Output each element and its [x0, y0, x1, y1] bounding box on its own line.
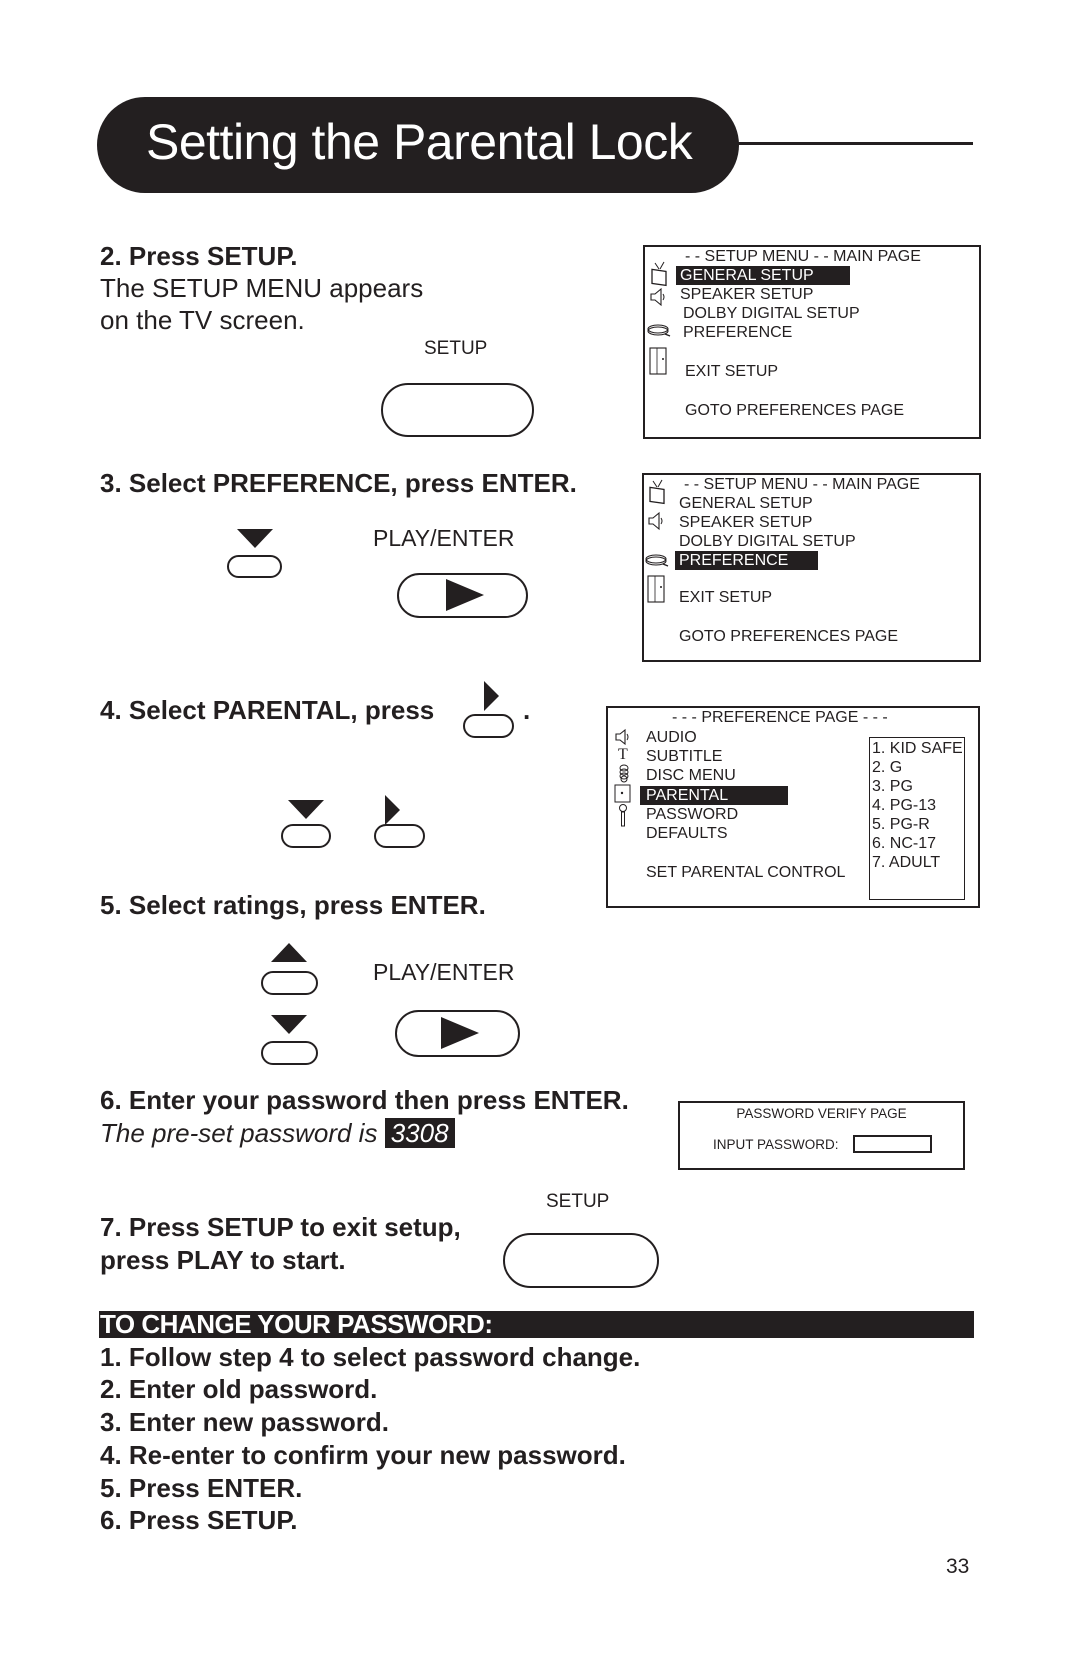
pref-item-subtitle[interactable]: SUBTITLE [646, 747, 722, 766]
right-arrow-icon [484, 681, 499, 711]
down-button[interactable] [227, 555, 282, 578]
menu-item-general-setup[interactable]: GENERAL SETUP [679, 494, 813, 513]
pref-item-audio[interactable]: AUDIO [646, 728, 697, 747]
change-password-step: 5. Press ENTER. [100, 1473, 303, 1503]
pref-item-defaults[interactable]: DEFAULTS [646, 824, 728, 843]
change-password-step: 6. Press SETUP. [100, 1505, 298, 1535]
speaker-icon [648, 511, 663, 531]
step3-heading: 3. Select PREFERENCE, press ENTER. [100, 468, 577, 498]
preset-password-text: The pre-set password is [100, 1118, 378, 1148]
step7-line1: 7. Press SETUP to exit setup, [100, 1212, 461, 1242]
step5-heading: 5. Select ratings, press ENTER. [100, 890, 486, 920]
input-password-label: INPUT PASSWORD: [713, 1137, 839, 1152]
setup-button[interactable] [503, 1233, 659, 1288]
step4-heading: 4. Select PARENTAL, press [100, 695, 435, 725]
step2-line2: on the TV screen. [100, 305, 305, 335]
tv-icon [649, 479, 665, 505]
preference-page-header: - - - PREFERENCE PAGE - - - [672, 709, 888, 726]
password-verify-title: PASSWORD VERIFY PAGE [736, 1106, 907, 1121]
preference-icon [645, 554, 669, 567]
safe-icon [614, 784, 631, 803]
speaker-icon [650, 287, 665, 307]
password-verify-screen: PASSWORD VERIFY PAGE INPUT PASSWORD: [678, 1101, 965, 1170]
menu-item-preference[interactable]: PREFERENCE [675, 551, 818, 570]
setup-menu-header: - - SETUP MENU - - MAIN PAGE [685, 248, 921, 265]
preset-password-note: The pre-set password is 3308 [100, 1117, 455, 1149]
step2-line1: The SETUP MENU appears [100, 273, 424, 303]
rating-option[interactable]: 6. NC-17 [872, 834, 936, 853]
setup-menu-screen-1: - - SETUP MENU - - MAIN PAGE GENERAL SET… [643, 245, 981, 439]
play-icon [446, 579, 484, 611]
rating-option[interactable]: 7. ADULT [872, 853, 940, 872]
down-button[interactable] [261, 1041, 318, 1065]
preference-page-screen: - - - PREFERENCE PAGE - - - AUDIO SUBTIT… [606, 706, 980, 908]
rating-option[interactable]: 5. PG-R [872, 815, 930, 834]
title-rule [735, 142, 973, 145]
ratings-list: 1. KID SAFE 2. G 3. PG 4. PG-13 5. PG-R … [869, 737, 965, 900]
pref-item-password[interactable]: PASSWORD [646, 805, 738, 824]
set-parental-control-label: SET PARENTAL CONTROL [646, 864, 846, 881]
disc-icon [619, 764, 629, 783]
step4-period: . [523, 695, 531, 725]
menu-item-general-setup[interactable]: GENERAL SETUP [676, 266, 850, 285]
menu-item-goto-preferences[interactable]: GOTO PREFERENCES PAGE [685, 401, 904, 420]
step7-line2: press PLAY to start. [100, 1245, 346, 1275]
play-enter-label: PLAY/ENTER [373, 959, 515, 985]
down-arrow-icon [288, 800, 324, 819]
setup-button-label: SETUP [424, 338, 488, 359]
step6-heading: 6. Enter your password then press ENTER. [100, 1085, 629, 1115]
menu-item-preference[interactable]: PREFERENCE [683, 323, 792, 342]
menu-item-dolby-digital-setup[interactable]: DOLBY DIGITAL SETUP [679, 532, 856, 551]
text-icon: T [618, 746, 628, 763]
up-button[interactable] [261, 971, 318, 995]
play-icon [441, 1017, 479, 1049]
preset-password-value: 3308 [384, 1118, 455, 1148]
right-button[interactable] [374, 824, 425, 848]
setup-menu-screen-2: - - SETUP MENU - - MAIN PAGE GENERAL SET… [642, 473, 981, 662]
tv-icon [651, 261, 667, 287]
rating-option[interactable]: 4. PG-13 [872, 796, 936, 815]
down-arrow-icon [237, 529, 273, 548]
speaker-icon [615, 728, 629, 746]
menu-item-dolby-digital-setup[interactable]: DOLBY DIGITAL SETUP [683, 304, 860, 323]
menu-item-speaker-setup[interactable]: SPEAKER SETUP [680, 285, 813, 304]
preference-icon [647, 324, 671, 337]
key-icon [619, 804, 627, 827]
door-icon [647, 575, 665, 603]
down-button[interactable] [281, 824, 331, 848]
setup-button-label: SETUP [546, 1191, 610, 1212]
pref-item-parental[interactable]: PARENTAL [640, 786, 788, 805]
rating-option[interactable]: 1. KID SAFE [872, 739, 963, 758]
rating-option[interactable]: 3. PG [872, 777, 913, 796]
password-input[interactable] [853, 1135, 932, 1153]
setup-menu-header: - - SETUP MENU - - MAIN PAGE [684, 476, 920, 493]
right-arrow-icon [385, 795, 400, 825]
change-password-step: 1. Follow step 4 to select password chan… [100, 1342, 641, 1372]
change-password-step: 2. Enter old password. [100, 1374, 378, 1404]
play-enter-button[interactable] [397, 573, 528, 618]
menu-item-exit-setup[interactable]: EXIT SETUP [685, 362, 778, 381]
step2-heading: 2. Press SETUP. [100, 241, 298, 271]
page-number: 33 [946, 1555, 970, 1578]
rating-option[interactable]: 2. G [872, 758, 902, 777]
down-arrow-icon [271, 1015, 307, 1034]
change-password-step: 3. Enter new password. [100, 1407, 389, 1437]
setup-button[interactable] [381, 383, 534, 437]
door-icon [649, 347, 667, 375]
page-title: Setting the Parental Lock [146, 114, 693, 170]
up-arrow-icon [271, 943, 307, 962]
change-password-heading: TO CHANGE YOUR PASSWORD: [100, 1309, 493, 1339]
menu-item-speaker-setup[interactable]: SPEAKER SETUP [679, 513, 812, 532]
menu-item-goto-preferences[interactable]: GOTO PREFERENCES PAGE [679, 627, 898, 646]
menu-item-exit-setup[interactable]: EXIT SETUP [679, 588, 772, 607]
play-enter-button[interactable] [395, 1010, 520, 1057]
pref-item-disc-menu[interactable]: DISC MENU [646, 766, 736, 785]
right-button[interactable] [463, 714, 514, 738]
change-password-step: 4. Re-enter to confirm your new password… [100, 1440, 626, 1470]
play-enter-label: PLAY/ENTER [373, 525, 515, 551]
